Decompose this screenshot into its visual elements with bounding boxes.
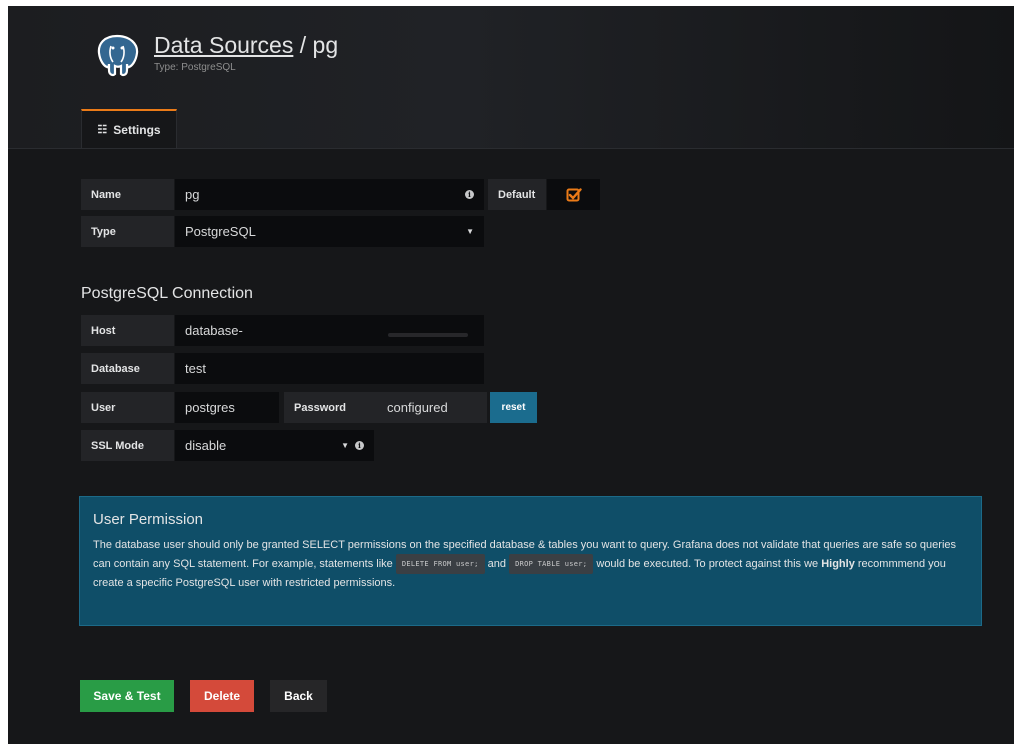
- type-select[interactable]: PostgreSQL ▼: [175, 216, 484, 247]
- user-input[interactable]: postgres: [175, 392, 279, 423]
- page-subtitle: Type: PostgreSQL: [154, 62, 236, 73]
- ssl-mode-select-value: disable: [185, 438, 227, 453]
- user-input-value: postgres: [185, 400, 235, 415]
- alert-body: The database user should only be granted…: [93, 536, 968, 592]
- type-label: Type: [81, 216, 174, 247]
- save-and-test-button[interactable]: Save & Test: [80, 680, 174, 712]
- info-icon[interactable]: i: [355, 441, 364, 450]
- checkbox-checked-icon: [566, 187, 582, 201]
- title-block: Data Sources / pg Type: PostgreSQL: [154, 32, 338, 73]
- alert-emphasis: Highly: [821, 558, 855, 570]
- sliders-icon: ☷: [97, 124, 108, 136]
- default-label: Default: [488, 179, 546, 210]
- page-frame: Data Sources / pg Type: PostgreSQL ☷ Set…: [8, 6, 1014, 744]
- datasource-name-title: pg: [312, 32, 339, 58]
- type-select-value: PostgreSQL: [185, 224, 256, 239]
- database-input[interactable]: test: [175, 353, 484, 384]
- tab-settings-label: Settings: [113, 122, 161, 137]
- name-input[interactable]: pg i: [175, 179, 484, 210]
- default-checkbox[interactable]: [547, 179, 600, 210]
- postgresql-elephant-icon: [92, 30, 142, 80]
- reset-password-button[interactable]: reset: [490, 392, 537, 423]
- name-label: Name: [81, 179, 174, 210]
- host-input[interactable]: database-: [175, 315, 484, 346]
- database-label: Database: [81, 353, 174, 384]
- password-input-value: configured: [387, 400, 448, 415]
- delete-button[interactable]: Delete: [190, 680, 254, 712]
- info-icon[interactable]: i: [465, 190, 474, 199]
- password-label: Password: [284, 392, 377, 423]
- alert-title: User Permission: [93, 511, 204, 528]
- password-input: configured: [377, 392, 487, 423]
- host-label: Host: [81, 315, 174, 346]
- code-snippet: DROP TABLE user;: [509, 554, 594, 574]
- ssl-mode-label: SSL Mode: [81, 430, 174, 461]
- connection-section-title: PostgreSQL Connection: [81, 285, 253, 302]
- ssl-mode-select[interactable]: disable ▼ i: [175, 430, 374, 461]
- breadcrumb-separator: /: [293, 32, 313, 58]
- page-title: Data Sources / pg: [154, 32, 338, 59]
- tab-settings[interactable]: ☷ Settings: [81, 109, 177, 148]
- database-input-value: test: [185, 361, 206, 376]
- back-button[interactable]: Back: [270, 680, 327, 712]
- code-snippet: DELETE FROM user;: [395, 554, 485, 574]
- name-input-value: pg: [185, 187, 200, 202]
- caret-down-icon: ▼: [341, 441, 349, 450]
- alert-text: would be executed. To protect against th…: [593, 558, 822, 570]
- user-permission-alert: User Permission The database user should…: [79, 496, 982, 626]
- caret-down-icon: ▼: [466, 227, 474, 236]
- user-label: User: [81, 392, 174, 423]
- breadcrumb-data-sources-link[interactable]: Data Sources: [154, 32, 293, 58]
- redacted-host-overlay: [388, 333, 468, 337]
- alert-text: and: [484, 558, 510, 570]
